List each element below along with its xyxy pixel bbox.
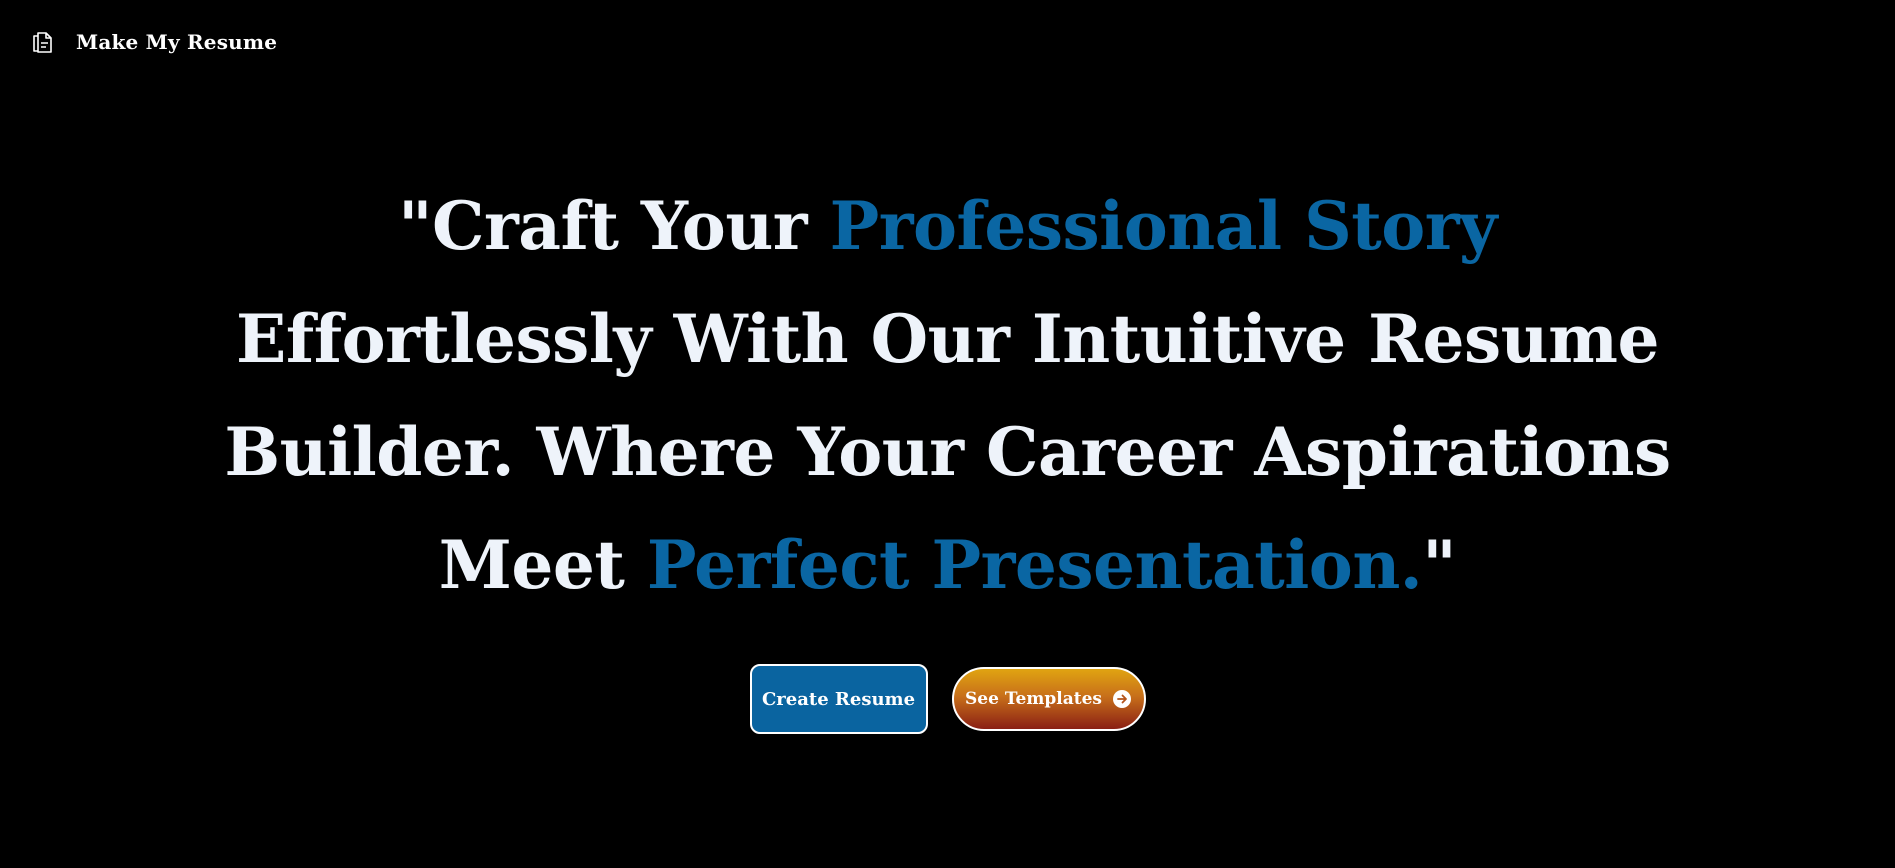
headline-accent-2: Perfect Presentation. — [646, 526, 1423, 604]
headline-text-3: " — [1422, 526, 1457, 604]
document-copy-icon[interactable] — [30, 28, 54, 56]
headline-accent-1: Professional Story — [829, 187, 1498, 265]
navbar: Make My Resume — [30, 28, 277, 56]
arrow-right-circle-icon — [1112, 689, 1132, 709]
brand-name[interactable]: Make My Resume — [76, 30, 277, 54]
see-templates-label: See Templates — [965, 689, 1102, 709]
hero-section: "Craft Your Professional Story Effortles… — [0, 170, 1895, 622]
create-resume-label: Create Resume — [761, 688, 916, 710]
create-resume-button[interactable]: Create Resume — [749, 664, 928, 734]
hero-actions: Create Resume See Templates — [0, 664, 1895, 734]
hero-headline: "Craft Your Professional Story Effortles… — [198, 170, 1698, 622]
see-templates-button[interactable]: See Templates — [951, 667, 1146, 731]
headline-text-1: "Craft Your — [398, 187, 830, 265]
